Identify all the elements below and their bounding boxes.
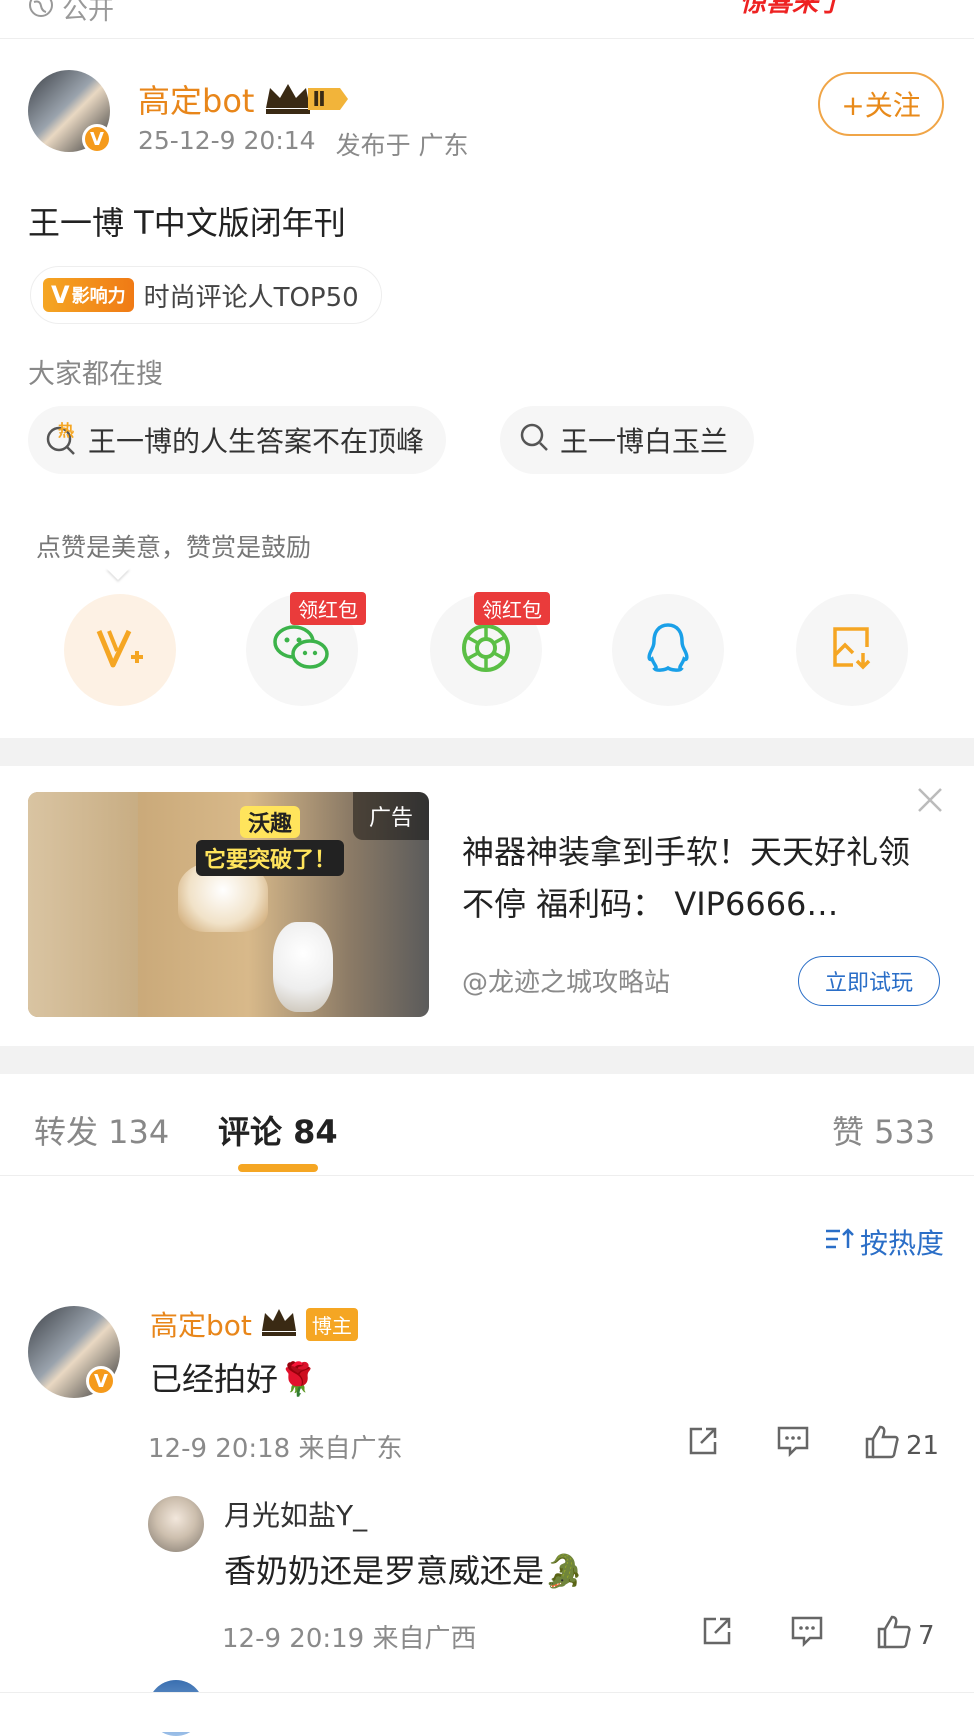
moments-icon bbox=[460, 622, 512, 678]
reply-avatar[interactable] bbox=[148, 1496, 204, 1552]
sort-button[interactable]: 按热度 bbox=[824, 1222, 944, 1262]
reward-hint: 点赞是美意，赞赏是鼓励 bbox=[36, 533, 312, 562]
reply-meta: 12-9 20:19 来自广西 bbox=[222, 1624, 477, 1654]
wechat-icon bbox=[272, 622, 332, 678]
ad-label: 广告 bbox=[352, 792, 429, 840]
hint-arrow bbox=[106, 568, 130, 580]
ad-bubble: 沃趣 它要突破了！ bbox=[196, 806, 345, 876]
post-time: 25-12-9 20:14 bbox=[138, 126, 316, 155]
ad-title[interactable]: 神器神装拿到手软！天天好礼领不停 福利码： VIP6666… bbox=[462, 826, 940, 930]
author-role-badge: 博主 bbox=[305, 1307, 358, 1341]
verified-icon: V bbox=[82, 124, 112, 154]
reply-text: 香奶奶还是罗意威还是🐊 bbox=[224, 1552, 584, 1590]
post-meta: 25-12-9 20:14 发布于 广东 bbox=[138, 126, 469, 162]
hot-search-icon: 热 bbox=[44, 421, 78, 457]
thumbs-up-icon bbox=[864, 1424, 900, 1467]
influence-tag: V 影响力 bbox=[43, 278, 134, 312]
qq-icon bbox=[645, 621, 691, 679]
share-icon bbox=[700, 1614, 734, 1655]
influence-badge[interactable]: V 影响力 时尚评论人TOP50 bbox=[30, 266, 382, 324]
comment-header: 高定bot 博主 bbox=[150, 1304, 358, 1344]
close-ad-icon[interactable] bbox=[916, 786, 944, 818]
reward-button[interactable] bbox=[64, 594, 176, 706]
tab-forward[interactable]: 转发 134 bbox=[34, 1107, 169, 1153]
comment-meta: 12-9 20:18 来自广东 bbox=[148, 1434, 403, 1464]
reply-comment-button[interactable] bbox=[790, 1614, 824, 1655]
promo-banner[interactable]: 惊喜来了 bbox=[740, 0, 890, 32]
reward-v-icon bbox=[95, 625, 145, 675]
share-icon bbox=[686, 1424, 720, 1465]
tab-likes[interactable]: 赞 533 bbox=[832, 1107, 935, 1153]
search-chip-label: 王一博白玉兰 bbox=[560, 425, 729, 458]
section-divider bbox=[0, 738, 974, 766]
share-qq-button[interactable] bbox=[612, 594, 724, 706]
member-crown-icon[interactable]: Ⅱ bbox=[264, 82, 361, 116]
bottom-bar bbox=[0, 1692, 974, 1732]
comment-reply-button[interactable] bbox=[776, 1424, 810, 1465]
reply-author[interactable]: 月光如盐Y_ bbox=[224, 1494, 367, 1534]
member-crown-icon bbox=[260, 1307, 298, 1341]
reply-share-button[interactable] bbox=[700, 1614, 734, 1655]
sort-icon bbox=[824, 1226, 854, 1259]
search-chip[interactable]: 王一博白玉兰 bbox=[500, 406, 755, 474]
comment-text: 已经拍好🌹 bbox=[150, 1360, 318, 1398]
red-packet-tag: 领红包 bbox=[290, 592, 366, 625]
save-image-icon bbox=[829, 625, 875, 675]
comment-like-button[interactable]: 21 bbox=[864, 1424, 939, 1467]
top-strip: 公开 惊喜来了 bbox=[0, 0, 974, 39]
follow-button[interactable]: +关注 bbox=[818, 72, 944, 136]
red-packet-tag: 领红包 bbox=[474, 592, 550, 625]
tab-underline bbox=[238, 1164, 318, 1172]
save-image-button[interactable] bbox=[796, 594, 908, 706]
influence-text: 时尚评论人TOP50 bbox=[143, 282, 359, 313]
comment-author[interactable]: 高定bot bbox=[150, 1304, 252, 1344]
search-icon bbox=[518, 421, 550, 460]
thumbs-up-icon bbox=[876, 1614, 912, 1657]
search-chip-hot[interactable]: 热 王一博的人生答案不在顶峰 bbox=[28, 406, 447, 474]
search-chip-label: 王一博的人生答案不在顶峰 bbox=[88, 425, 425, 458]
ad-cta-button[interactable]: 立即试玩 bbox=[798, 956, 940, 1006]
reply-like-button[interactable]: 7 bbox=[876, 1614, 935, 1657]
tab-bar: 转发 134 评论 84 赞 533 bbox=[0, 1095, 974, 1176]
comment-icon bbox=[790, 1614, 824, 1655]
post-text: 王一博 T中文版闭年刊 bbox=[28, 204, 346, 242]
globe-icon bbox=[28, 0, 54, 25]
v-influence-icon: V bbox=[51, 281, 70, 309]
verified-icon: V bbox=[86, 1366, 116, 1396]
like-count: 21 bbox=[906, 1430, 940, 1461]
like-count: 7 bbox=[918, 1620, 935, 1651]
search-title: 大家都在搜 bbox=[28, 359, 163, 390]
author-name[interactable]: 高定bot bbox=[138, 76, 254, 122]
ad-image[interactable]: 沃趣 它要突破了！ 广告 bbox=[28, 792, 429, 1017]
comment-share-button[interactable] bbox=[686, 1424, 720, 1465]
tab-comments[interactable]: 评论 84 bbox=[218, 1107, 338, 1153]
cat-image bbox=[273, 922, 333, 1012]
ad-source[interactable]: @龙迹之城攻略站 bbox=[462, 962, 670, 999]
section-divider bbox=[0, 1046, 974, 1074]
visibility-label: 公开 bbox=[28, 0, 114, 27]
author-line: 高定bot Ⅱ bbox=[138, 76, 362, 122]
post-location: 发布于 广东 bbox=[335, 131, 469, 160]
comment-icon bbox=[776, 1424, 810, 1465]
